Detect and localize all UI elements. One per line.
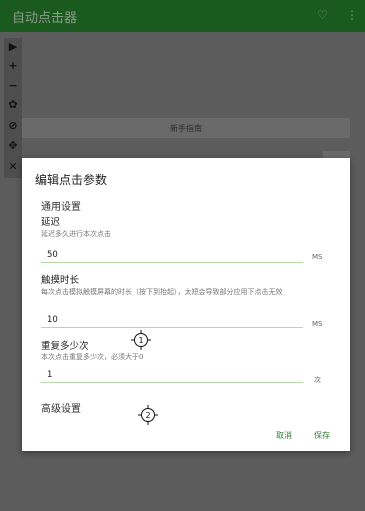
guide-button[interactable]: 新手指南 xyxy=(22,118,350,138)
touch-duration-unit: MS xyxy=(312,320,323,328)
heart-icon[interactable]: ♡ xyxy=(317,8,328,22)
target-number-2: 2 xyxy=(145,411,150,420)
click-target-1[interactable]: 1 xyxy=(131,330,151,350)
repeat-desc: 本次点击重复多少次，必须大于0 xyxy=(41,353,144,361)
touch-duration-input[interactable]: 10 xyxy=(41,314,303,328)
gear-icon[interactable]: ✿ xyxy=(4,98,22,112)
crosshair-icon: 2 xyxy=(138,405,158,425)
app-title: 自动点击器 xyxy=(12,11,78,26)
target-number-1: 1 xyxy=(138,336,143,345)
app-bar: 自动点击器 ♡ ⋮ xyxy=(0,0,365,32)
plus-icon[interactable]: + xyxy=(4,59,22,73)
edit-click-dialog: 编辑点击参数 通用设置 延迟 延迟多久进行本次点击 50 MS 触摸时长 每次点… xyxy=(22,158,350,451)
cancel-button[interactable]: 取消 xyxy=(276,430,292,441)
delay-unit: MS xyxy=(312,253,323,261)
minus-icon[interactable]: − xyxy=(4,79,22,93)
delay-label: 延迟 xyxy=(41,217,61,228)
move-icon[interactable]: ✥ xyxy=(4,139,22,153)
close-icon[interactable]: ✕ xyxy=(4,160,22,174)
more-options-icon[interactable]: ⋮ xyxy=(346,8,358,22)
play-icon[interactable]: ▶ xyxy=(4,40,22,54)
dialog-title: 编辑点击参数 xyxy=(35,173,108,187)
delay-input[interactable]: 50 xyxy=(41,249,303,263)
repeat-label: 重复多少次 xyxy=(41,341,89,352)
general-section-title: 通用设置 xyxy=(41,202,81,213)
floating-toolbar: ▶ + − ✿ ⊘ ✥ ✕ xyxy=(4,38,22,178)
repeat-input[interactable]: 1 xyxy=(41,369,303,383)
delay-desc: 延迟多久进行本次点击 xyxy=(41,230,111,238)
touch-duration-desc: 每次点击模拟触摸屏幕的时长（按下到抬起），太短会导致部分应用下点击无效 xyxy=(41,288,283,296)
repeat-unit: 次 xyxy=(314,376,321,384)
crosshair-icon: 1 xyxy=(131,330,151,350)
save-button[interactable]: 保存 xyxy=(314,430,330,441)
click-target-2[interactable]: 2 xyxy=(138,405,158,425)
guide-label: 新手指南 xyxy=(170,124,202,133)
advanced-section-title[interactable]: 高级设置 xyxy=(41,400,81,415)
touch-duration-label: 触摸时长 xyxy=(41,275,80,286)
hide-icon[interactable]: ⊘ xyxy=(4,119,22,133)
